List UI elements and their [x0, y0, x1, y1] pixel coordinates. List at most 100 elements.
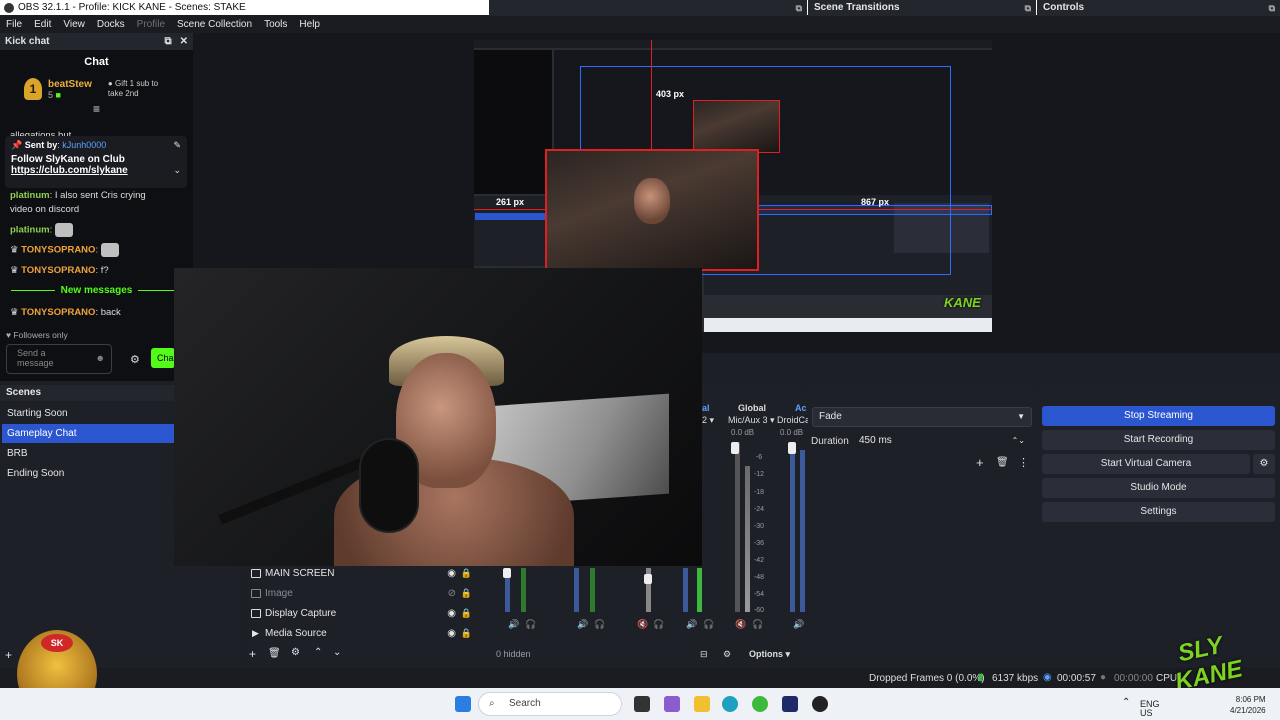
float-icon[interactable]: ⧉: [1269, 0, 1275, 16]
stop-streaming-button[interactable]: Stop Streaming: [1042, 406, 1275, 426]
mixer-settings-icon[interactable]: ⚙: [723, 649, 731, 660]
audition-icon[interactable]: [782, 696, 798, 712]
menu-view[interactable]: View: [57, 19, 91, 30]
crown-icon: ♛: [10, 244, 19, 256]
message-user[interactable]: platinum: [10, 190, 50, 201]
speaker-icon[interactable]: 🔊: [686, 619, 697, 630]
duration-input[interactable]: 450 ms ⌃⌄: [852, 431, 1032, 451]
task-view-icon[interactable]: [634, 696, 650, 712]
obs-taskbar-icon[interactable]: [812, 696, 828, 712]
remove-transition-icon[interactable]: 🗑: [996, 457, 1009, 468]
source-item[interactable]: Image ⊘ 🔒: [251, 584, 476, 603]
pinned-link[interactable]: https://club.com/slykane: [11, 165, 128, 176]
message-user[interactable]: TONYSOPRANO: [21, 245, 95, 256]
menu-tools[interactable]: Tools: [258, 19, 293, 30]
lock-icon[interactable]: 🔒: [461, 604, 472, 623]
mixer-layout-icon[interactable]: ⊟: [700, 649, 708, 660]
volume-fader-handle[interactable]: [503, 568, 511, 578]
file-explorer-icon[interactable]: [694, 696, 710, 712]
nested-chat: [474, 50, 552, 194]
new-messages-divider[interactable]: New messages: [0, 285, 193, 296]
volume-fader-handle[interactable]: [731, 442, 739, 454]
menu-help[interactable]: Help: [293, 19, 326, 30]
app-icon[interactable]: [664, 696, 680, 712]
float-icon[interactable]: ⧉: [796, 0, 802, 16]
studio-mode-button[interactable]: Studio Mode: [1042, 478, 1275, 498]
pinned-message[interactable]: 📌 Sent by: kJunh0000 ✎ Follow SlyKane on …: [5, 136, 187, 188]
transition-type-select[interactable]: Fade ▼: [812, 407, 1032, 427]
chat-settings-icon[interactable]: ⚙: [130, 353, 140, 366]
add-scene-icon[interactable]: +: [5, 648, 12, 662]
language-indicator[interactable]: ENG US: [1140, 700, 1160, 718]
virtual-camera-settings-icon[interactable]: ⚙: [1253, 454, 1275, 474]
leaderboard-entry[interactable]: 1 beatStew 5 ■ ● Gift 1 sub to take 2nd: [0, 76, 193, 100]
start-virtual-camera-button[interactable]: Start Virtual Camera: [1042, 454, 1250, 474]
float-icon[interactable]: ⧉: [1025, 0, 1031, 16]
visibility-eye-icon[interactable]: ◉: [447, 604, 456, 623]
source-item[interactable]: MAIN SCREEN ◉ 🔒: [251, 564, 476, 583]
menu-profile[interactable]: Profile: [131, 19, 171, 30]
spin-icon[interactable]: ⌃⌄: [1012, 432, 1025, 450]
more-options-icon[interactable]: ⋮: [1018, 456, 1029, 469]
remove-source-icon[interactable]: 🗑: [268, 648, 281, 659]
menu-edit[interactable]: Edit: [28, 19, 57, 30]
speaker-icon[interactable]: 🔊: [508, 619, 519, 630]
stream-time: 00:00:57: [1057, 673, 1096, 684]
lock-icon[interactable]: 🔒: [461, 564, 472, 583]
message-text: back: [100, 307, 121, 318]
scene-item[interactable]: Starting Soon: [2, 404, 174, 423]
chat-message: video on discord: [10, 203, 79, 216]
add-source-icon[interactable]: +: [249, 647, 256, 661]
chevron-down-icon[interactable]: ⌄: [173, 165, 181, 176]
headphones-icon[interactable]: 🎧: [653, 619, 664, 630]
clock[interactable]: 8:06 PM 4/21/2026: [1230, 694, 1266, 716]
headphones-icon[interactable]: 🎧: [525, 619, 536, 630]
visibility-eye-icon[interactable]: ◉: [447, 624, 456, 643]
message-user[interactable]: TONYSOPRANO: [21, 307, 95, 318]
headphones-icon[interactable]: 🎧: [594, 619, 605, 630]
menu-file[interactable]: File: [0, 19, 28, 30]
send-message-input[interactable]: Send a message ☻: [6, 344, 112, 374]
volume-fader-handle[interactable]: [788, 442, 796, 454]
speaker-icon[interactable]: 🔊: [793, 619, 804, 630]
app-icon[interactable]: [752, 696, 768, 712]
collapse-icon[interactable]: ≡: [0, 102, 193, 116]
menu-docks[interactable]: Docks: [91, 19, 131, 30]
add-transition-icon[interactable]: +: [976, 455, 984, 470]
chat-send-button[interactable]: Cha: [151, 348, 175, 368]
lock-icon[interactable]: 🔒: [461, 624, 472, 643]
edge-icon[interactable]: [722, 696, 738, 712]
scene-item[interactable]: Ending Soon: [2, 464, 174, 483]
visibility-eye-icon[interactable]: ◉: [447, 564, 456, 583]
headphones-icon[interactable]: 🎧: [752, 619, 763, 630]
mixer-options-button[interactable]: Options ▾: [749, 649, 790, 660]
tray-chevron-icon[interactable]: ⌃: [1122, 697, 1130, 708]
close-dock-icon[interactable]: ✕: [180, 36, 188, 47]
move-down-icon[interactable]: ⌄: [333, 647, 341, 658]
muted-speaker-icon[interactable]: 🔇: [735, 619, 746, 630]
lock-icon[interactable]: 🔒: [461, 584, 472, 603]
menu-scene-collection[interactable]: Scene Collection: [171, 19, 258, 30]
unpin-icon[interactable]: ✎: [173, 140, 181, 151]
settings-button[interactable]: Settings: [1042, 502, 1275, 522]
gift-sub-prompt[interactable]: ● Gift 1 sub to take 2nd: [108, 79, 158, 99]
volume-fader-handle[interactable]: [644, 574, 652, 584]
start-recording-button[interactable]: Start Recording: [1042, 430, 1275, 450]
taskbar-search[interactable]: ⌕ Search: [478, 692, 622, 716]
muted-speaker-icon[interactable]: 🔇: [637, 619, 648, 630]
headphones-icon[interactable]: 🎧: [703, 619, 714, 630]
message-user[interactable]: TONYSOPRANO: [21, 265, 95, 276]
scene-item[interactable]: BRB: [2, 444, 174, 463]
source-item[interactable]: Display Capture ◉ 🔒: [251, 604, 476, 623]
hidden-count[interactable]: 0 hidden: [496, 649, 531, 659]
move-up-icon[interactable]: ⌃: [314, 647, 322, 658]
visibility-hidden-icon[interactable]: ⊘: [448, 584, 456, 603]
start-menu-icon[interactable]: [455, 696, 471, 712]
source-properties-icon[interactable]: ⚙: [291, 647, 300, 658]
source-item[interactable]: ▶ Media Source ◉ 🔒: [251, 624, 476, 643]
message-user[interactable]: platinum: [10, 225, 50, 236]
scene-item-selected[interactable]: Gameplay Chat: [2, 424, 174, 443]
speaker-icon[interactable]: 🔊: [577, 619, 588, 630]
float-icon[interactable]: ⧉: [164, 36, 171, 47]
emoji-icon[interactable]: ☻: [96, 353, 105, 363]
